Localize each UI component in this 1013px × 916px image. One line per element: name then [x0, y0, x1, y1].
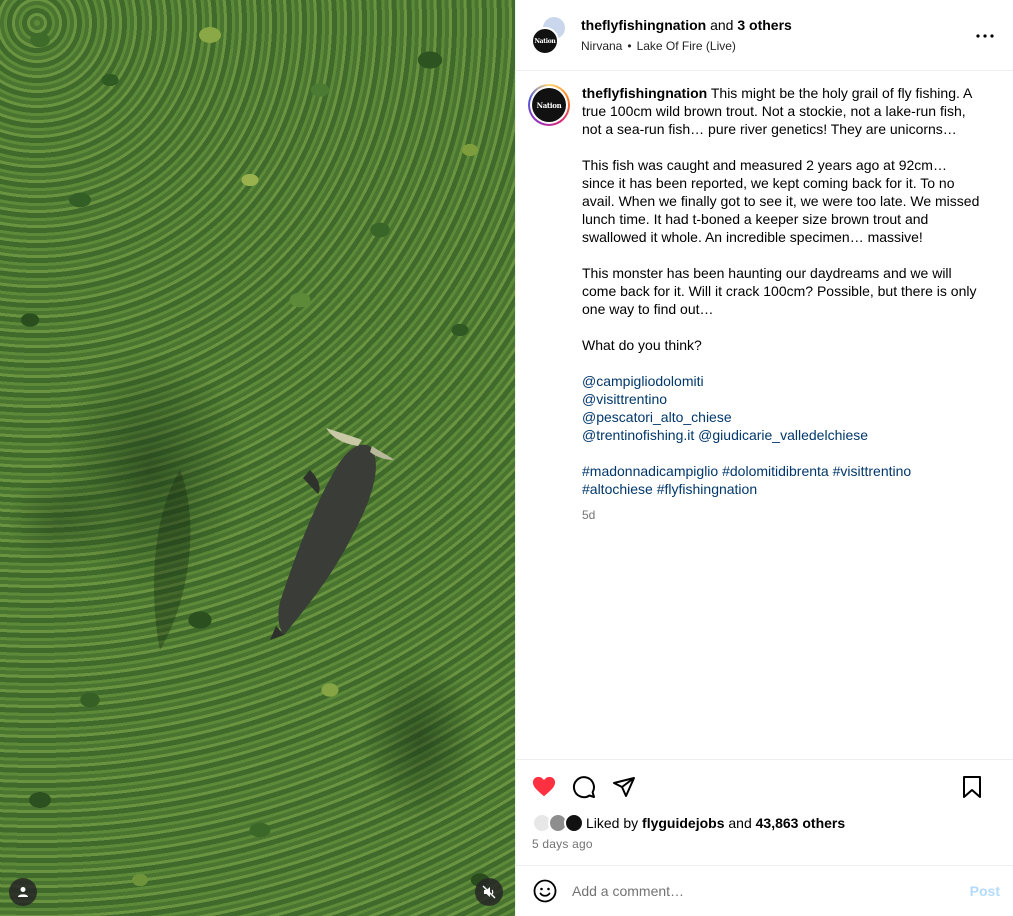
- header-text: theflyfishingnation and 3 others Nirvana…: [581, 16, 792, 54]
- post-header: Nation theflyfishingnation and 3 others …: [516, 0, 1013, 71]
- mention-link[interactable]: @campigliodolomiti: [582, 373, 704, 389]
- comment-button[interactable]: [572, 775, 596, 799]
- like-button[interactable]: [532, 775, 556, 799]
- hashtag-link[interactable]: #madonnadicampiglio: [582, 463, 718, 479]
- caption-username[interactable]: theflyfishingnation: [582, 85, 707, 101]
- send-icon: [613, 777, 635, 797]
- hashtags: #madonnadicampiglio #dolomitidibrenta #v…: [582, 462, 982, 498]
- collab-avatars[interactable]: Nation: [531, 15, 571, 55]
- liker-avatar: [564, 813, 584, 833]
- emoji-icon: [533, 879, 557, 903]
- audio-line: Nirvana • Lake Of Fire (Live): [581, 38, 792, 54]
- likes-count-link[interactable]: 43,863 others: [756, 815, 846, 831]
- hashtag-link[interactable]: #flyfishingnation: [657, 481, 757, 497]
- save-button[interactable]: [960, 775, 984, 799]
- audio-separator: •: [627, 39, 632, 53]
- action-bar: [516, 760, 1013, 814]
- hashtag-link[interactable]: #visittrentino: [833, 463, 912, 479]
- audio-muted-icon: [482, 885, 496, 899]
- caption-avatar: Nation: [532, 88, 566, 122]
- first-liker-link[interactable]: flyguidejobs: [642, 815, 724, 831]
- caption-paragraph: This monster has been haunting our daydr…: [582, 265, 977, 317]
- trout-photo: [154, 428, 394, 650]
- post-details-panel: Nation theflyfishingnation and 3 others …: [515, 0, 1013, 916]
- mention-link[interactable]: @giudicarie_valledelchiese: [698, 427, 868, 443]
- post-timestamp[interactable]: 5 days ago: [516, 837, 1013, 851]
- caption-area: Nation theflyfishingnation This might be…: [516, 72, 1013, 524]
- actions-section: Liked by flyguidejobs and 43,863 others …: [516, 759, 1013, 851]
- likes-and: and: [728, 815, 752, 831]
- author-avatar: Nation: [531, 27, 559, 55]
- caption-timestamp[interactable]: 5d: [582, 506, 982, 524]
- bookmark-icon: [963, 776, 981, 798]
- emoji-button[interactable]: [532, 878, 558, 904]
- collaborators-link[interactable]: 3 others: [737, 17, 791, 33]
- caption-paragraph: This fish was caught and measured 2 year…: [582, 157, 980, 245]
- likes-prefix: Liked by: [586, 815, 639, 831]
- heart-filled-icon: [532, 776, 556, 797]
- more-horizontal-icon: [976, 34, 994, 38]
- audio-artist[interactable]: Nirvana: [581, 39, 622, 53]
- likes-row: Liked by flyguidejobs and 43,863 others: [516, 813, 1013, 833]
- author-username[interactable]: theflyfishingnation: [581, 17, 706, 33]
- comment-input[interactable]: [572, 883, 942, 899]
- likes-text: Liked by flyguidejobs and 43,863 others: [586, 815, 845, 831]
- mention-link[interactable]: @trentinofishing.it: [582, 427, 694, 443]
- caption-paragraph: theflyfishingnation This might be the ho…: [582, 84, 982, 138]
- and-text: and: [710, 17, 734, 33]
- hashtag-link[interactable]: #dolomitidibrenta: [722, 463, 829, 479]
- post-media[interactable]: [0, 0, 515, 916]
- mute-button[interactable]: [475, 878, 503, 906]
- more-options-button[interactable]: [973, 24, 997, 48]
- post-button[interactable]: Post: [970, 883, 1000, 899]
- author-line: theflyfishingnation and 3 others: [581, 16, 792, 34]
- mention-link[interactable]: @visittrentino: [582, 391, 667, 407]
- mention-link[interactable]: @pescatori_alto_chiese: [582, 409, 732, 425]
- audio-track[interactable]: Lake Of Fire (Live): [637, 39, 736, 53]
- hashtag-link[interactable]: #altochiese: [582, 481, 653, 497]
- share-button[interactable]: [612, 775, 636, 799]
- caption-text: theflyfishingnation This might be the ho…: [582, 84, 982, 524]
- user-tags-button[interactable]: [9, 878, 37, 906]
- liker-avatars: [532, 813, 584, 833]
- comment-bar: Post: [516, 865, 1013, 916]
- story-ring[interactable]: Nation: [528, 84, 570, 126]
- user-icon: [18, 887, 28, 897]
- comment-icon: [573, 776, 595, 799]
- caption-paragraph: What do you think?: [582, 337, 702, 353]
